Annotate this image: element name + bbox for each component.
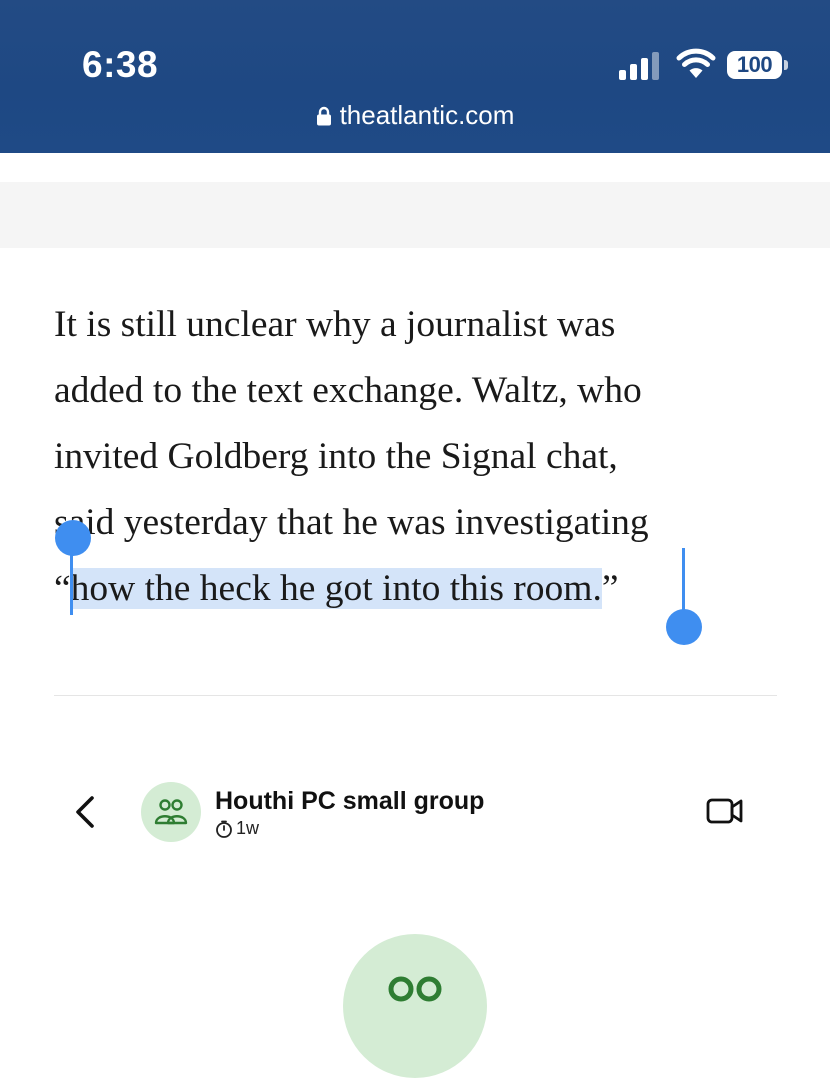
large-group-icon [388,976,442,1002]
ad-placeholder-band [0,182,830,248]
url-text: theatlantic.com [339,100,515,130]
article-paragraph[interactable]: It is still unclear why a journalist was… [54,292,784,622]
video-call-icon [706,798,743,824]
timer-value: 1w [236,818,260,838]
status-time: 6:38 [82,44,159,85]
selection-end-handle[interactable] [666,609,702,645]
article-line-4: said yesterday that he was investigating [54,502,649,543]
cellular-signal-icon [619,52,659,80]
large-group-avatar [343,934,487,1078]
article-line-1: It is still unclear why a journalist was [54,304,616,345]
group-avatar [141,782,201,842]
battery-tip [784,60,788,70]
back-chevron-icon [76,796,94,828]
lock-icon [316,106,331,125]
close-quote: ” [601,568,619,609]
browser-top-bar: 6:38 100 theatlantic.com [0,0,830,153]
open-quote: “ [54,568,71,609]
timer-icon [216,820,232,838]
battery-level: 100 [736,52,773,77]
selected-text[interactable]: how the heck he got into this room. [70,568,602,609]
wifi-icon [676,48,716,78]
section-divider [54,695,777,696]
article-line-2: added to the text exchange. Waltz, who [54,370,642,411]
selection-start-handle[interactable] [55,520,91,556]
address-bar[interactable]: theatlantic.com [0,100,830,131]
battery-icon: 100 [727,51,782,79]
group-icon [154,799,188,825]
disappearing-timer: 1w [215,818,259,839]
chat-group-name: Houthi PC small group [215,787,485,815]
article-line-3: invited Goldberg into the Signal chat, [54,436,618,477]
